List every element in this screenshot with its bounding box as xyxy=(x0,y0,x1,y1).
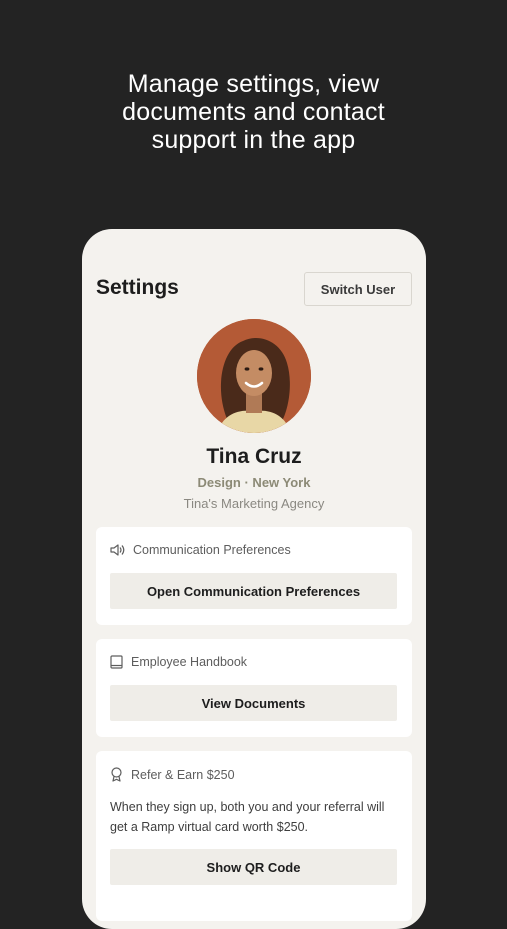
switch-user-button[interactable]: Switch User xyxy=(304,272,412,306)
speaker-icon xyxy=(110,544,125,556)
communication-card: Communication Preferences Open Communica… xyxy=(96,527,412,625)
refer-card: Refer & Earn $250 When they sign up, bot… xyxy=(96,751,412,921)
avatar xyxy=(197,319,311,433)
award-icon xyxy=(110,767,123,782)
communication-card-title: Communication Preferences xyxy=(133,543,291,557)
handbook-card-title: Employee Handbook xyxy=(131,655,248,669)
communication-card-header: Communication Preferences xyxy=(110,543,291,557)
open-communication-preferences-button[interactable]: Open Communication Preferences xyxy=(110,573,397,609)
headline-line-1: Manage settings, view xyxy=(127,70,380,98)
page-title: Settings xyxy=(96,276,179,299)
handbook-card-header: Employee Handbook xyxy=(110,655,247,669)
view-documents-button[interactable]: View Documents xyxy=(110,685,397,721)
profile-name: Tina Cruz xyxy=(206,445,302,468)
refer-card-header: Refer & Earn $250 xyxy=(110,767,235,782)
marketing-headline: Manage settings, view documents and cont… xyxy=(0,70,507,154)
handbook-card: Employee Handbook View Documents xyxy=(96,639,412,737)
book-icon xyxy=(110,655,123,669)
profile-photo xyxy=(197,319,311,433)
headline-line-2: documents and contact xyxy=(122,98,385,126)
profile-company: Tina's Marketing Agency xyxy=(183,496,325,511)
refer-card-title: Refer & Earn $250 xyxy=(131,767,235,782)
show-qr-code-button[interactable]: Show QR Code xyxy=(110,849,397,885)
profile-department-location: Design · New York xyxy=(197,475,311,490)
settings-header: Settings Switch User xyxy=(96,272,412,308)
phone-screen: Settings Switch User Tina Cruz Design · … xyxy=(82,229,426,929)
headline-line-3: support in the app xyxy=(151,126,356,154)
refer-card-description: When they sign up, both you and your ref… xyxy=(110,800,385,834)
